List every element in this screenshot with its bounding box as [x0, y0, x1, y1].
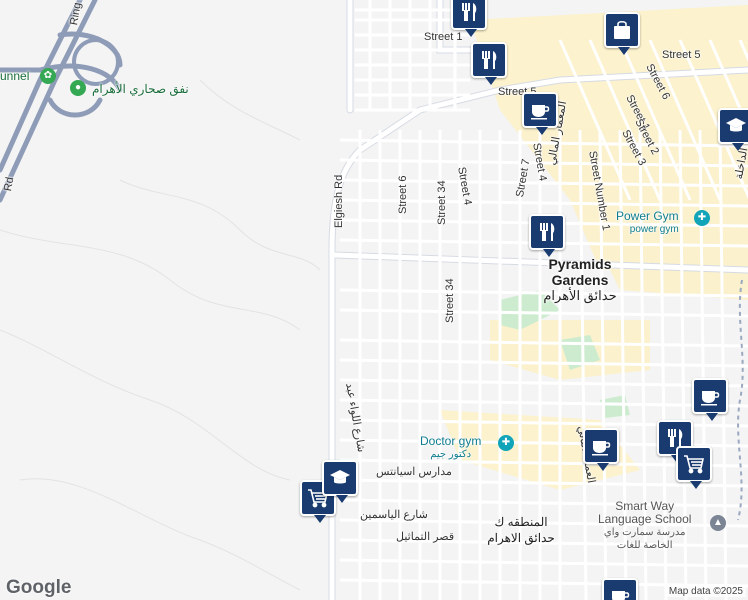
- cafe-marker[interactable]: [583, 428, 619, 471]
- street-label: شارع الياسمين: [360, 509, 428, 521]
- google-logo[interactable]: Google: [6, 577, 71, 599]
- poi-title-2: Language School: [598, 512, 692, 526]
- area-label-ar: حدائق الاهرام: [487, 531, 555, 545]
- poi-tunnel-en[interactable]: unnel: [0, 70, 29, 83]
- map-canvas[interactable]: Street 1 Street 5 Street 5 Street 6 Stre…: [0, 0, 748, 600]
- restaurant-marker[interactable]: [529, 214, 565, 257]
- street-label: مدارس اسيانتس: [376, 466, 452, 478]
- street-label: Rd: [2, 176, 17, 193]
- landmark-icon[interactable]: ●: [70, 80, 86, 96]
- cafe-marker[interactable]: [602, 578, 638, 600]
- poi-subtitle: دكتور جيم: [430, 449, 472, 460]
- poi-subtitle-ar: الخاصة للغات: [616, 540, 673, 551]
- school-icon[interactable]: ▲: [710, 515, 726, 531]
- area-label-district: المنطقه ك حدائق الاهرام: [466, 514, 576, 546]
- street-label: Street 34: [444, 278, 456, 323]
- park-icon[interactable]: ✿: [40, 68, 56, 84]
- poi-power-gym[interactable]: Power Gym power gym: [616, 210, 679, 236]
- area-label-en: Gardens: [551, 272, 609, 288]
- grocery-cart-marker[interactable]: [676, 446, 712, 489]
- area-label-en: Pyramids: [548, 256, 612, 272]
- area-label-ar: حدائق الأهرام: [543, 288, 617, 303]
- restaurant-marker[interactable]: [471, 42, 507, 85]
- poi-smart-way-school[interactable]: Smart Way Language School مدرسة سمارت وا…: [598, 500, 691, 552]
- street-label: Street 6: [397, 175, 409, 214]
- area-label-pyramids-gardens: Pyramids Gardens حدائق الأهرام: [540, 256, 620, 304]
- poi-subtitle-ar: مدرسة سمارت واي: [603, 527, 686, 538]
- shopping-bag-marker[interactable]: [604, 12, 640, 55]
- school-marker[interactable]: [322, 460, 358, 503]
- restaurant-marker[interactable]: [451, 0, 487, 37]
- gym-icon[interactable]: ✚: [694, 210, 710, 226]
- poi-title: Power Gym: [616, 209, 679, 223]
- area-label-ar: المنطقه ك: [494, 515, 548, 529]
- poi-subtitle: power gym: [629, 224, 679, 235]
- poi-tunnel-ar[interactable]: نفق صحاري الأهرام: [92, 83, 189, 96]
- cafe-marker[interactable]: [522, 92, 558, 135]
- poi-title: Smart Way: [615, 499, 675, 513]
- poi-doctor-gym[interactable]: Doctor gym دكتور جيم: [420, 435, 481, 461]
- street-label: Elgiesh Rd: [333, 174, 345, 228]
- map-attribution[interactable]: Map data ©2025: [665, 586, 746, 597]
- street-label: Street 1: [424, 31, 463, 43]
- street-label: Street 34: [436, 180, 448, 225]
- cafe-marker[interactable]: [692, 378, 728, 421]
- gym-icon[interactable]: ✚: [498, 435, 514, 451]
- poi-title: Doctor gym: [420, 434, 482, 448]
- street-label: Street 5: [662, 49, 701, 61]
- street-label: قصر التماثيل: [396, 531, 455, 543]
- school-marker[interactable]: [718, 108, 748, 151]
